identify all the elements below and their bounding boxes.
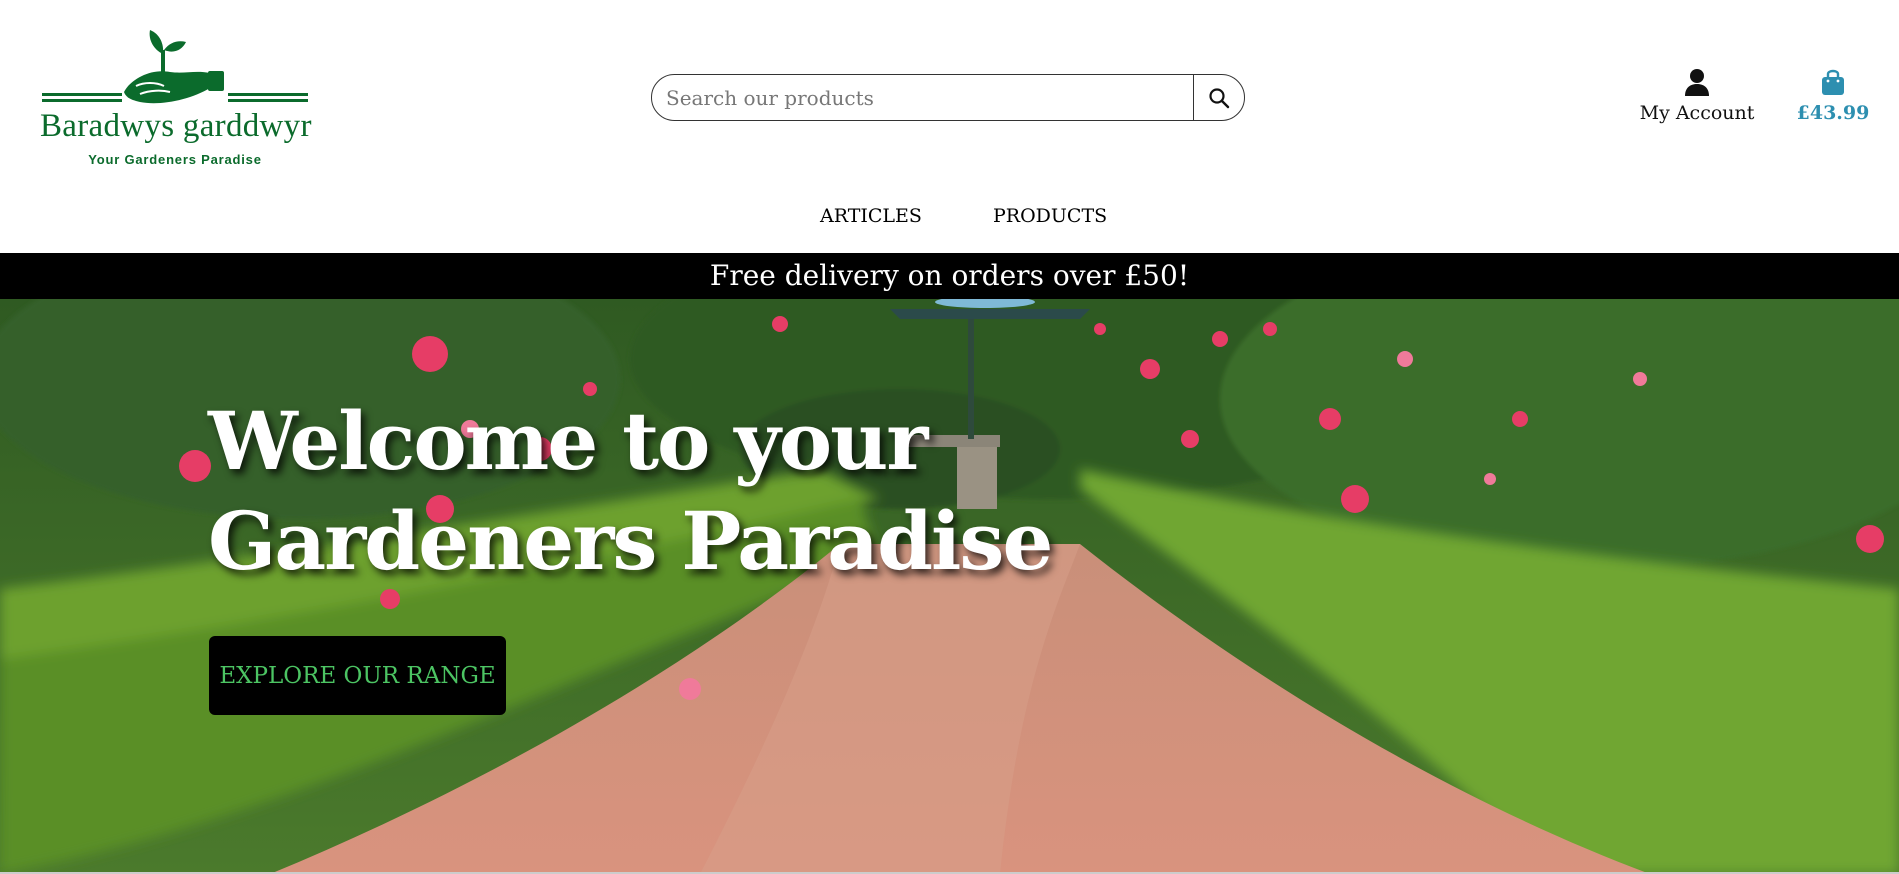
delivery-banner: Free delivery on orders over £50! (0, 253, 1899, 299)
shopping-bag-link[interactable]: £43.99 (1790, 68, 1876, 124)
shopping-bag-icon (1822, 69, 1844, 95)
logo-hand-sprout-icon (42, 30, 308, 104)
user-icon (1685, 69, 1709, 96)
hero-title-line-1: Welcome to your (208, 394, 928, 488)
cart-total: £43.99 (1796, 102, 1870, 124)
search-button[interactable] (1193, 75, 1244, 120)
my-account-link[interactable]: My Account (1630, 68, 1764, 124)
search-icon (1209, 87, 1230, 108)
hero-title-line-2: Gardeners Paradise (208, 494, 1053, 588)
nav-articles[interactable]: ARTICLES (820, 205, 922, 227)
brand-tagline: Your Gardeners Paradise (88, 152, 262, 167)
my-account-label: My Account (1639, 102, 1755, 124)
explore-range-button[interactable]: EXPLORE OUR RANGE (209, 636, 506, 715)
site-header: Baradwys garddwyr Your Gardeners Paradis… (0, 0, 1899, 253)
nav-products[interactable]: PRODUCTS (993, 205, 1107, 227)
search-input[interactable] (652, 75, 1193, 120)
brand-logo[interactable]: Baradwys garddwyr Your Gardeners Paradis… (40, 28, 312, 173)
hero-section: Welcome to your Gardeners Paradise EXPLO… (0, 299, 1899, 874)
brand-name: Baradwys garddwyr (40, 108, 312, 144)
hero-title: Welcome to your Gardeners Paradise (208, 391, 1053, 591)
search-bar (651, 74, 1245, 121)
